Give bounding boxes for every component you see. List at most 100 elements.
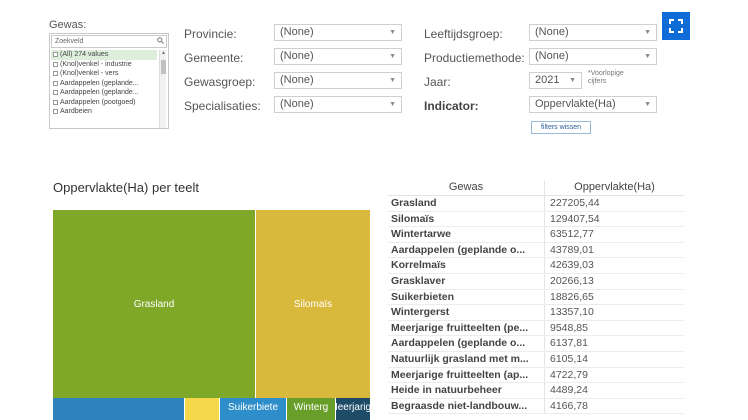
checkbox-icon[interactable] <box>53 71 58 77</box>
chevron-down-icon: ▼ <box>644 29 651 36</box>
treemap-tile[interactable]: Grasland <box>53 210 255 398</box>
gewas-list-item[interactable]: Aardappelen (geplande... <box>51 79 157 89</box>
checkbox-icon[interactable] <box>53 61 58 67</box>
specialisaties-dropdown[interactable]: (None) ▼ <box>274 96 402 113</box>
table-row[interactable]: Meerjarige fruitteelten (pe... 9548,85 <box>388 320 684 337</box>
table-row[interactable]: Heide in natuurbeheer 4489,24 <box>388 383 684 399</box>
gewas-list-item[interactable]: Aardbeien <box>51 107 157 117</box>
table-row[interactable]: Begraasde niet-landbouw... 4166,78 <box>388 398 684 415</box>
treemap-tile[interactable] <box>185 398 219 420</box>
provincie-value: (None) <box>280 26 314 38</box>
chevron-down-icon: ▼ <box>644 53 651 60</box>
gewas-filter-box: Zoekveld (All) 274 values (Knol)venkel - … <box>49 33 169 129</box>
table-body: Grasland 227205,44 Silomaïs 129407,54 Winter… <box>388 196 684 415</box>
gewas-search-input[interactable]: Zoekveld <box>51 35 167 48</box>
table-row[interactable]: Wintertarwe 63512,77 <box>388 227 684 243</box>
table-row[interactable]: Aardappelen (geplande o... 6137,81 <box>388 336 684 352</box>
productiemethode-dropdown[interactable]: (None) ▼ <box>529 48 657 65</box>
table-cell-gewas: Grasland <box>388 196 545 211</box>
table-cell-oppervlakte: 63512,77 <box>550 228 594 241</box>
treemap-tile[interactable]: Winterg <box>287 398 335 420</box>
chevron-down-icon: ▼ <box>389 101 396 108</box>
gewas-list-item-label: (All) 274 values <box>60 51 109 58</box>
gewas-list-item[interactable]: (Knol)venkel - vers <box>51 69 157 79</box>
gewas-list-item-label: Aardappelen (pootgoed) <box>60 98 136 106</box>
specialisaties-label: Specialisaties: <box>184 99 261 113</box>
gewas-filter-label: Gewas: <box>49 19 87 31</box>
table-row[interactable]: Suikerbieten 18826,65 <box>388 289 684 306</box>
gewas-list-item-label: Aardappelen (geplande... <box>60 79 139 87</box>
table-cell-oppervlakte: 42639,03 <box>550 259 594 272</box>
table-row[interactable]: Grasland 227205,44 <box>388 196 684 212</box>
column-header-oppervlakte[interactable]: Oppervlakte(Ha) <box>545 181 684 195</box>
table-cell-gewas: Heide in natuurbeheer <box>388 383 545 398</box>
clear-filters-button[interactable]: filters wissen <box>531 121 591 134</box>
leeftijdsgroep-label: Leeftijdsgroep: <box>424 27 503 41</box>
jaar-label: Jaar: <box>424 75 451 89</box>
provincie-label: Provincie: <box>184 27 237 41</box>
table-row[interactable]: Korrelmaïs 42639,03 <box>388 258 684 274</box>
table-row[interactable]: Wintergerst 13357,10 <box>388 305 684 321</box>
treemap-tile[interactable]: Silomaïs <box>256 210 370 398</box>
table-cell-gewas: Aardappelen (geplande o... <box>388 336 545 351</box>
table-cell-oppervlakte: 227205,44 <box>550 197 600 209</box>
jaar-dropdown[interactable]: 2021 ▼ <box>529 72 582 89</box>
table-row[interactable]: Meerjarige fruitteelten (ap... 4722,79 <box>388 367 684 384</box>
table-cell-oppervlakte: 6137,81 <box>550 337 588 350</box>
gewas-list-item[interactable]: Aardappelen (geplande... <box>51 88 157 98</box>
checkbox-icon[interactable] <box>53 99 58 105</box>
gewas-scrollbar[interactable]: ▲ <box>159 50 166 128</box>
table-row[interactable]: Aardappelen (geplande o... 43789,01 <box>388 242 684 259</box>
table-row[interactable]: Grasklaver 20266,13 <box>388 273 684 290</box>
gewas-list-item[interactable]: (All) 274 values <box>51 50 157 60</box>
scroll-up-icon[interactable]: ▲ <box>160 50 167 56</box>
treemap-title: Oppervlakte(Ha) per teelt <box>53 180 199 195</box>
scroll-thumb[interactable] <box>161 60 166 74</box>
gewas-list: (All) 274 values (Knol)venkel - industrie… <box>51 50 157 128</box>
table-cell-gewas: Aardappelen (geplande o... <box>388 242 545 258</box>
gewas-list-item[interactable]: Aardappelen (pootgoed) <box>51 98 157 108</box>
treemap-tile[interactable] <box>53 398 184 420</box>
leeftijdsgroep-dropdown[interactable]: (None) ▼ <box>529 24 657 41</box>
table-cell-oppervlakte: 4489,24 <box>550 384 588 397</box>
checkbox-icon[interactable] <box>53 90 58 96</box>
checkbox-icon[interactable] <box>53 80 58 86</box>
gewas-list-item-label: Aardappelen (geplande... <box>60 89 139 96</box>
chevron-down-icon: ▼ <box>569 77 576 84</box>
table-cell-oppervlakte: 129407,54 <box>550 212 600 225</box>
column-header-gewas[interactable]: Gewas <box>388 181 545 195</box>
gewas-list-item[interactable]: (Knol)venkel - industrie <box>51 60 157 70</box>
table-cell-gewas: Suikerbieten <box>388 289 545 305</box>
leeftijdsgroep-value: (None) <box>535 26 569 38</box>
productiemethode-value: (None) <box>535 50 569 62</box>
checkbox-icon[interactable] <box>53 109 58 115</box>
indicator-dropdown[interactable]: Oppervlakte(Ha) ▼ <box>529 96 657 113</box>
table-cell-gewas: Silomaïs <box>388 211 545 227</box>
treemap: GraslandSilomaïsSuikerbieteWintergMeerja… <box>53 210 371 420</box>
table-row[interactable]: Silomaïs 129407,54 <box>388 211 684 228</box>
gemeente-value: (None) <box>280 50 314 62</box>
checkbox-icon[interactable] <box>53 52 58 58</box>
chevron-down-icon: ▼ <box>389 29 396 36</box>
indicator-label: Indicator: <box>424 99 479 113</box>
table-cell-gewas: Meerjarige fruitteelten (pe... <box>388 320 545 336</box>
table-cell-oppervlakte: 4166,78 <box>550 399 588 412</box>
gemeente-dropdown[interactable]: (None) ▼ <box>274 48 402 65</box>
table-row[interactable]: Natuurlijk grasland met m... 6105,14 <box>388 351 684 368</box>
treemap-tile[interactable]: Suikerbiete <box>220 398 286 420</box>
table-cell-oppervlakte: 6105,14 <box>550 352 588 365</box>
table-cell-oppervlakte: 18826,65 <box>550 290 594 303</box>
fullscreen-button[interactable] <box>662 12 690 40</box>
table-cell-oppervlakte: 20266,13 <box>550 274 594 287</box>
jaar-value: 2021 <box>535 74 560 86</box>
table-header: Gewas Oppervlakte(Ha) <box>388 181 684 196</box>
treemap-tile[interactable]: Meerjarige <box>336 398 370 420</box>
search-icon[interactable] <box>157 36 164 47</box>
gewas-search-placeholder: Zoekveld <box>55 38 84 45</box>
provincie-dropdown[interactable]: (None) ▼ <box>274 24 402 41</box>
table-cell-gewas: Begraasde niet-landbouw... <box>388 398 545 414</box>
jaar-note: *Voorlopige cijfers <box>588 70 624 85</box>
table-cell-oppervlakte: 43789,01 <box>550 243 594 256</box>
gewasgroep-dropdown[interactable]: (None) ▼ <box>274 72 402 89</box>
specialisaties-value: (None) <box>280 98 314 110</box>
